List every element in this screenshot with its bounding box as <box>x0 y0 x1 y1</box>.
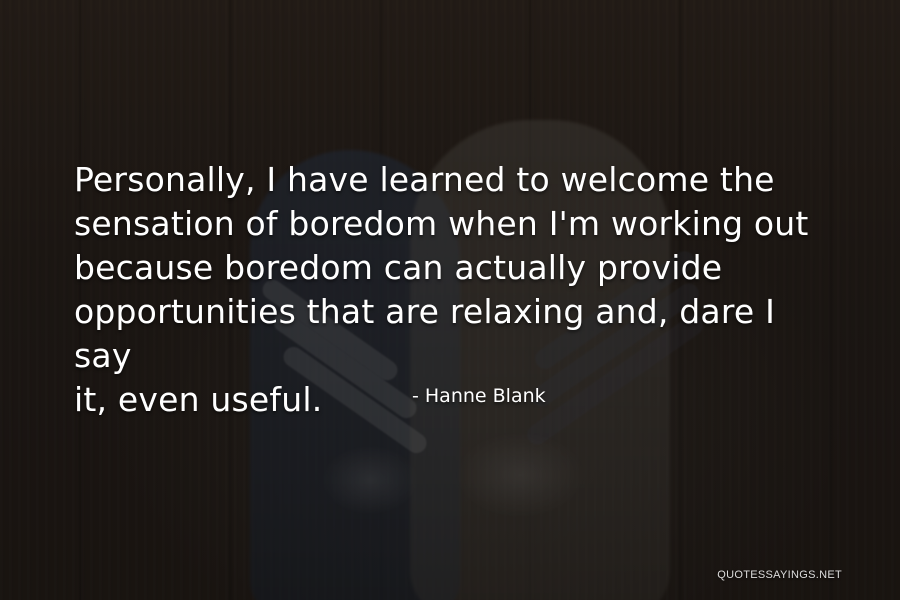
quote-attribution: - Hanne Blank <box>412 385 546 407</box>
quote-image: Personally, I have learned to welcome th… <box>0 0 900 600</box>
quote-text: Personally, I have learned to welcome th… <box>74 160 809 419</box>
site-watermark: QUOTESSAYINGS.NET <box>717 569 842 581</box>
